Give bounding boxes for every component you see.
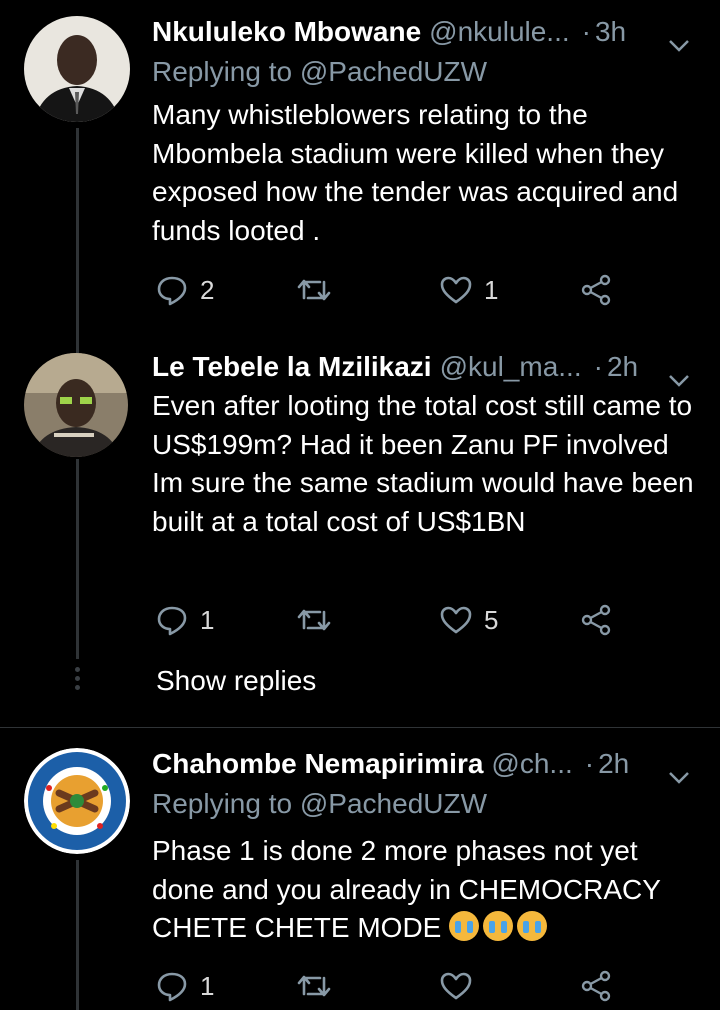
thread-continuation-dots — [75, 667, 80, 694]
show-replies-link[interactable]: Show replies — [156, 665, 316, 697]
like-count: 5 — [484, 604, 499, 635]
timestamp[interactable]: 3h — [595, 12, 626, 52]
tweet-1[interactable]: Nkululeko Mbowane @nkulule... · 3h Reply… — [0, 0, 720, 338]
replying-to-mention[interactable]: @PachedUZW — [300, 56, 487, 87]
like-button[interactable] — [440, 966, 484, 1006]
reply-count: 1 — [200, 970, 215, 1001]
thread-line — [76, 335, 79, 353]
share-icon — [580, 274, 612, 306]
user-handle[interactable]: @kul_ma... — [440, 347, 582, 387]
user-handle[interactable]: @nkulule... — [429, 12, 570, 52]
like-count: 1 — [484, 274, 499, 305]
tweet-header: Nkululeko Mbowane @nkulule... · 3h — [152, 12, 690, 52]
reply-button[interactable]: 2 — [156, 270, 214, 310]
avatar[interactable] — [24, 748, 130, 854]
like-button[interactable]: 5 — [440, 600, 498, 640]
tweet-3[interactable]: Chahombe Nemapirimira @ch... · 2h Replyi… — [0, 728, 720, 1010]
chevron-down-icon[interactable] — [668, 24, 690, 64]
share-button[interactable] — [580, 600, 612, 640]
tweet-actions: 1 5 — [156, 600, 626, 640]
share-icon — [580, 604, 612, 636]
tweet-actions: 2 1 — [156, 270, 626, 310]
crying-emoji-icon — [449, 911, 551, 943]
retweet-button[interactable] — [296, 270, 344, 310]
user-handle[interactable]: @ch... — [491, 744, 572, 784]
timestamp[interactable]: 2h — [598, 744, 629, 784]
replying-to-mention[interactable]: @PachedUZW — [300, 788, 487, 819]
tweet-2[interactable]: Le Tebele la Mzilikazi @kul_ma... · 2h E… — [0, 335, 720, 725]
display-name[interactable]: Nkululeko Mbowane — [152, 12, 421, 52]
retweet-icon — [296, 604, 332, 636]
chevron-down-icon[interactable] — [668, 756, 690, 796]
reply-icon — [156, 604, 188, 636]
share-button[interactable] — [580, 270, 612, 310]
separator-dot: · — [581, 16, 591, 47]
tweet-actions: 1 — [156, 966, 626, 1006]
share-button[interactable] — [580, 966, 612, 1006]
reply-count: 2 — [200, 274, 215, 305]
separator-dot: · — [593, 351, 603, 382]
reply-count: 1 — [200, 604, 215, 635]
tweet-header: Le Tebele la Mzilikazi @kul_ma... · 2h — [152, 347, 690, 387]
tweet-text: Phase 1 is done 2 more phases not yet do… — [152, 832, 700, 948]
separator-dot: · — [584, 748, 595, 779]
reply-button[interactable]: 1 — [156, 600, 214, 640]
share-icon — [580, 970, 612, 1002]
heart-icon — [440, 971, 472, 1001]
replying-to-label: Replying to — [152, 788, 293, 819]
replying-to-label: Replying to — [152, 56, 293, 87]
retweet-button[interactable] — [296, 600, 344, 640]
retweet-icon — [296, 970, 332, 1002]
display-name[interactable]: Chahombe Nemapirimira — [152, 744, 483, 784]
reply-icon — [156, 274, 188, 306]
retweet-icon — [296, 274, 332, 306]
reply-icon — [156, 970, 188, 1002]
heart-icon — [440, 605, 472, 635]
avatar[interactable] — [24, 16, 130, 122]
display-name[interactable]: Le Tebele la Mzilikazi — [152, 347, 432, 387]
tweet-header: Chahombe Nemapirimira @ch... · 2h — [152, 744, 690, 784]
avatar[interactable] — [24, 353, 128, 457]
replying-to: Replying to @PachedUZW — [152, 54, 487, 90]
tweet-text: Even after looting the total cost still … — [152, 390, 694, 537]
thread-line — [76, 128, 79, 338]
replying-to: Replying to @PachedUZW — [152, 786, 487, 822]
retweet-button[interactable] — [296, 966, 344, 1006]
tweet-text-content: Phase 1 is done 2 more phases not yet do… — [152, 835, 661, 943]
heart-icon — [440, 275, 472, 305]
tweet-text: Many whistleblowers relating to the Mbom… — [152, 99, 679, 246]
like-button[interactable]: 1 — [440, 270, 498, 310]
thread-line — [76, 459, 79, 659]
timestamp[interactable]: 2h — [607, 347, 638, 387]
reply-button[interactable]: 1 — [156, 966, 214, 1006]
thread-line — [76, 860, 79, 1010]
